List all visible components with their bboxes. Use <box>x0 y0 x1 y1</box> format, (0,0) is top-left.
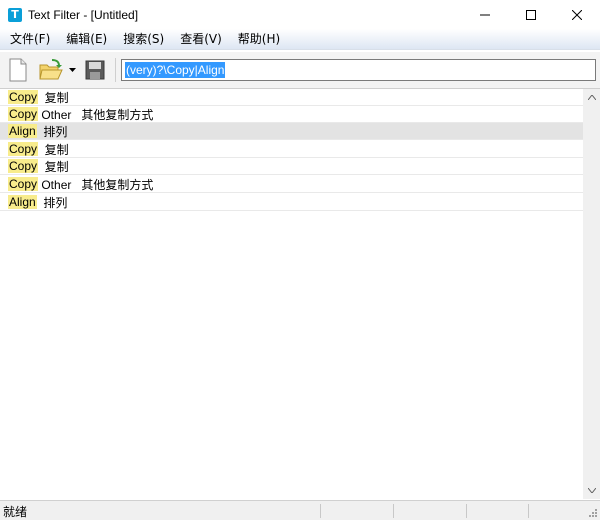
chevron-down-icon <box>587 488 596 493</box>
menu-file[interactable]: 文件(F) <box>0 29 58 49</box>
status-divider <box>320 504 321 518</box>
match-highlight: Copy <box>8 107 39 121</box>
dropdown-arrow-icon <box>68 68 76 72</box>
title-bar: T Text Filter - [Untitled] <box>0 0 600 29</box>
menu-view[interactable]: 查看(V) <box>172 29 230 49</box>
menu-search[interactable]: 搜索(S) <box>115 29 172 49</box>
menu-edit[interactable]: 编辑(E) <box>58 29 115 49</box>
line-text: 复制 <box>38 90 69 105</box>
status-divider <box>466 504 467 518</box>
line-text: Other 其他复制方式 <box>38 177 154 192</box>
scroll-down-button[interactable] <box>583 482 600 499</box>
list-item[interactable]: Align 排列 <box>0 194 583 211</box>
line-text: 排列 <box>36 124 68 139</box>
vertical-scrollbar[interactable] <box>583 89 600 499</box>
scroll-up-button[interactable] <box>583 89 600 106</box>
new-button[interactable] <box>4 56 32 84</box>
toolbar: (very)?\Copy|Align <box>0 52 600 89</box>
minimize-icon <box>480 14 490 15</box>
maximize-icon <box>526 9 536 20</box>
resize-grip-icon[interactable] <box>588 508 598 518</box>
filtered-lines-list[interactable]: Copy 复制 Copy Other 其他复制方式 Align 排列 Copy … <box>0 89 583 499</box>
line-text: 复制 <box>38 142 69 157</box>
save-disk-icon <box>85 60 105 80</box>
status-divider <box>393 504 394 518</box>
minimize-button[interactable] <box>462 0 508 29</box>
match-highlight: Align <box>8 124 37 138</box>
line-text: 排列 <box>36 195 68 210</box>
open-dropdown-button[interactable] <box>66 56 78 84</box>
status-text: 就绪 <box>3 505 28 519</box>
menu-help[interactable]: 帮助(H) <box>230 29 288 49</box>
match-highlight: Align <box>8 195 37 209</box>
status-bar: 就绪 <box>0 500 600 520</box>
line-text: 复制 <box>38 159 69 174</box>
chevron-up-icon <box>587 95 596 100</box>
list-item[interactable]: Copy 复制 <box>0 158 583 175</box>
match-highlight: Copy <box>8 159 39 173</box>
match-highlight: Copy <box>8 142 39 156</box>
open-folder-icon <box>39 59 63 80</box>
status-divider <box>528 504 529 518</box>
window-title: Text Filter - [Untitled] <box>28 7 139 22</box>
toolbar-separator <box>115 58 116 82</box>
new-file-icon <box>9 58 27 82</box>
list-item[interactable]: Copy Other 其他复制方式 <box>0 176 583 193</box>
list-item-selected[interactable]: Align 排列 <box>0 123 583 140</box>
line-text: Other 其他复制方式 <box>38 107 154 122</box>
match-highlight: Copy <box>8 90 39 104</box>
menu-bar: 文件(F) 编辑(E) 搜索(S) 查看(V) 帮助(H) <box>0 29 600 50</box>
close-button[interactable] <box>554 0 600 29</box>
list-item[interactable]: Copy Other 其他复制方式 <box>0 106 583 123</box>
open-button[interactable] <box>38 56 64 84</box>
match-highlight: Copy <box>8 177 39 191</box>
filter-text: (very)?\Copy|Align <box>125 62 226 78</box>
list-item[interactable]: Copy 复制 <box>0 141 583 158</box>
maximize-button[interactable] <box>508 0 554 29</box>
save-button[interactable] <box>82 56 108 84</box>
window-controls <box>462 0 600 29</box>
app-icon: T <box>8 7 22 22</box>
close-icon <box>572 9 582 20</box>
list-item[interactable]: Copy 复制 <box>0 89 583 106</box>
filter-input[interactable]: (very)?\Copy|Align <box>121 59 596 81</box>
